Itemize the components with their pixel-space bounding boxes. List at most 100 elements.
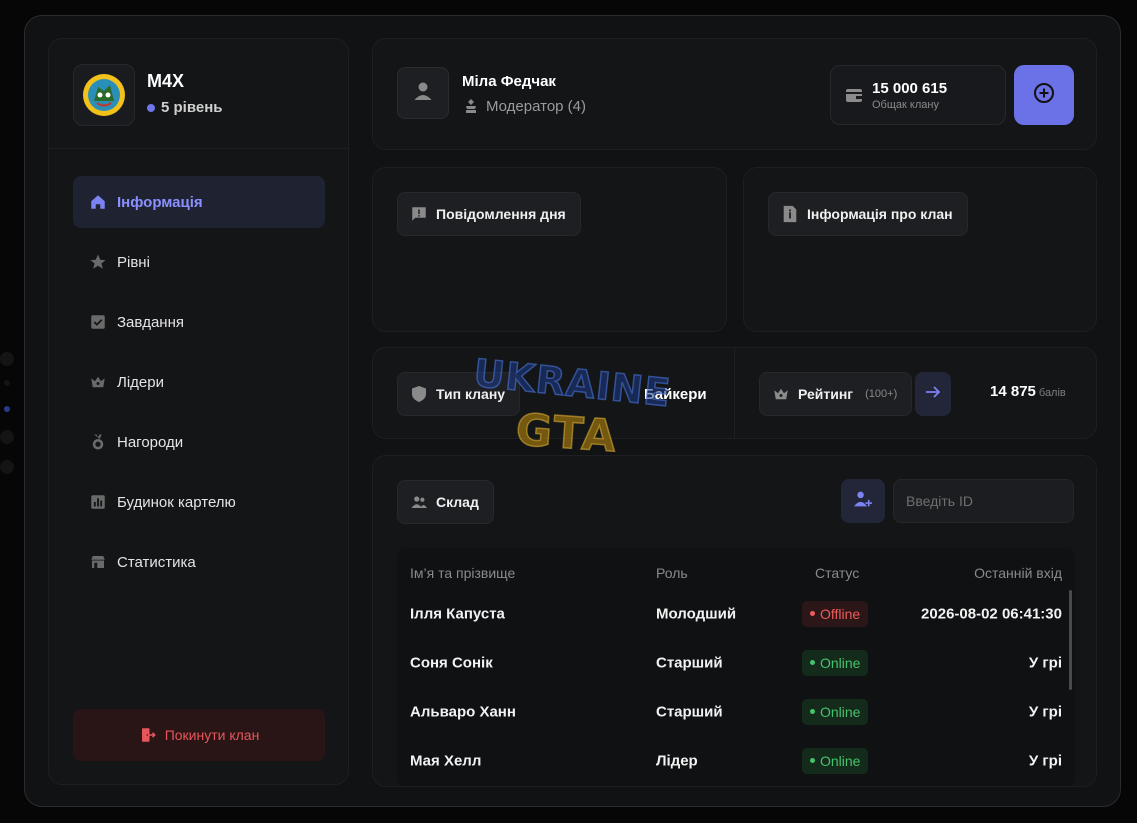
- profile-name: Міла Федчак: [462, 73, 556, 90]
- user-plus-icon: [853, 490, 873, 513]
- column-header-name[interactable]: Ім’я та прізвище: [410, 565, 515, 581]
- treasury-label: Общак клану: [872, 99, 939, 111]
- leave-clan-label: Покинути клан: [164, 727, 260, 743]
- nav-item-rewards[interactable]: Нагороди: [73, 416, 325, 468]
- home-icon: [89, 193, 107, 211]
- rating-chip: Рейтинг (100+): [759, 372, 913, 416]
- table-row[interactable]: Мая Хелл Лідер Online У грі: [397, 736, 1075, 785]
- rating-hint: (100+): [865, 388, 898, 400]
- nav-label: Інформація: [117, 193, 203, 211]
- nav-item-tasks[interactable]: Завдання: [73, 296, 325, 348]
- status-badge-online: Online: [802, 649, 869, 676]
- members-table: Ім’я та прізвище Роль Статус Останній вх…: [397, 548, 1075, 786]
- deposit-button[interactable]: [1014, 65, 1074, 125]
- status-text: Online: [820, 752, 861, 769]
- divider: [734, 348, 735, 438]
- status-badge: Online: [802, 649, 869, 676]
- message-alert-icon: [410, 205, 428, 223]
- member-name: Мая Хелл: [410, 752, 482, 769]
- status-text: Online: [820, 703, 861, 720]
- nav-item-cartel-house[interactable]: Будинок картелю: [73, 476, 325, 528]
- profile-role: Модератор (4): [462, 97, 586, 115]
- nav-label: Статистика: [117, 553, 196, 571]
- nav-item-levels[interactable]: Рівні: [73, 236, 325, 288]
- clan-logo: [73, 64, 135, 126]
- clan-info-label: Інформація про клан: [807, 206, 953, 222]
- member-last-login: У грі: [1028, 752, 1062, 769]
- arrow-right-icon: [925, 385, 941, 404]
- table-row[interactable]: Соня Сонік Старший Online У грі: [397, 638, 1075, 687]
- member-name: Соня Сонік: [410, 654, 493, 671]
- member-id-input[interactable]: [893, 479, 1074, 523]
- medal-icon: [89, 433, 107, 451]
- shield-icon: [410, 385, 428, 403]
- status-badge-offline: Offline: [802, 600, 869, 627]
- table-row[interactable]: Альваро Ханн Старший Online У грі: [397, 687, 1075, 736]
- clan-level: 5 рівень: [147, 99, 223, 116]
- members-chip: Склад: [397, 480, 494, 524]
- member-role: Лідер: [656, 752, 698, 769]
- rating-value: 14 875: [990, 383, 1036, 400]
- status-dot-icon: [810, 611, 815, 616]
- clan-type-chip: Тип клану: [397, 372, 521, 416]
- nav-item-leaders[interactable]: Лідери: [73, 356, 325, 408]
- member-role: Молодший: [656, 605, 737, 622]
- member-name: Ілля Капуста: [410, 605, 505, 622]
- nav-label: Лідери: [117, 373, 164, 391]
- column-header-role[interactable]: Роль: [656, 565, 688, 581]
- member-last-login: У грі: [1028, 703, 1062, 720]
- crown-icon: [89, 373, 107, 391]
- nav-label: Рівні: [117, 253, 150, 271]
- leave-clan-button[interactable]: Покинути клан: [73, 709, 325, 761]
- status-badge-online: Online: [802, 698, 869, 725]
- status-dot-icon: [810, 660, 815, 665]
- nav-label: Завдання: [117, 313, 184, 331]
- rating-label: Рейтинг: [798, 386, 854, 402]
- sidebar: M4X 5 рівень Інформація Рівні Завдання Л…: [48, 38, 349, 785]
- plus-circle-icon: [1033, 82, 1055, 109]
- exit-door-icon: [139, 726, 157, 744]
- table-row[interactable]: Ілля Капуста Молодший Offline 2026-08-02…: [397, 589, 1075, 638]
- table-scrollbar[interactable]: [1069, 590, 1072, 690]
- motd-chip[interactable]: Повідомлення дня: [397, 192, 581, 236]
- nav-item-statistics[interactable]: Статистика: [73, 536, 325, 588]
- bar-chart-icon: [89, 493, 107, 511]
- column-header-status[interactable]: Статус: [815, 565, 859, 581]
- clan-header: M4X 5 рівень: [49, 39, 348, 149]
- clan-type-label: Тип клану: [436, 386, 506, 402]
- members-label: Склад: [436, 494, 479, 510]
- treasury-amount: 15 000 615: [872, 80, 948, 97]
- status-badge: Online: [802, 747, 869, 774]
- clan-info-chip[interactable]: Інформація про клан: [768, 192, 968, 236]
- member-role: Старший: [656, 654, 723, 671]
- invite-member-button[interactable]: [841, 479, 885, 523]
- building-icon: [89, 553, 107, 571]
- rating-value-group: 14 875 балів: [990, 383, 1066, 400]
- checkbox-icon: [89, 313, 107, 331]
- motd-panel: Повідомлення дня: [372, 167, 727, 332]
- user-icon: [411, 79, 435, 108]
- status-text: Online: [820, 654, 861, 671]
- motd-label: Повідомлення дня: [436, 206, 566, 222]
- rank-icon: [462, 97, 480, 115]
- member-role: Старший: [656, 703, 723, 720]
- clan-treasury: 15 000 615 Общак клану: [830, 65, 1006, 125]
- profile-role-text: Модератор (4): [486, 97, 587, 115]
- rating-open-button[interactable]: [915, 372, 951, 416]
- clan-type-value: Байкери: [644, 386, 707, 403]
- star-icon: [89, 253, 107, 271]
- status-badge-online: Online: [802, 747, 869, 774]
- clan-type-rating-panel: Тип клану Байкери Рейтинг (100+) 14 875 б…: [372, 347, 1097, 439]
- member-last-login: 2026-08-02 06:41:30: [921, 605, 1062, 622]
- sidebar-nav: Інформація Рівні Завдання Лідери Нагород…: [73, 176, 325, 596]
- users-icon: [410, 493, 428, 511]
- column-header-last-login[interactable]: Останній вхід: [974, 565, 1062, 581]
- member-last-login: У грі: [1028, 654, 1062, 671]
- wallet-icon: [845, 86, 863, 104]
- profile-panel: Міла Федчак Модератор (4) 15 000 615 Общ…: [372, 38, 1097, 150]
- status-dot-icon: [810, 709, 815, 714]
- clan-level-text: 5 рівень: [161, 99, 223, 116]
- nav-item-info[interactable]: Інформація: [73, 176, 325, 228]
- info-doc-icon: [781, 205, 799, 223]
- crown-icon: [772, 385, 790, 403]
